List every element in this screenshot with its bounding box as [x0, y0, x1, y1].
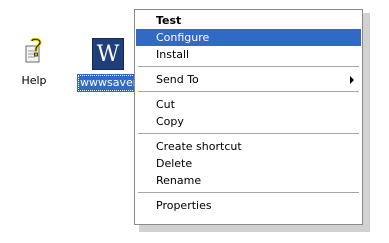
- menu-item-configure[interactable]: Configure: [136, 29, 361, 46]
- menu-item-copy[interactable]: Copy: [136, 113, 361, 130]
- menu-item-install[interactable]: Install: [136, 46, 361, 63]
- help-icon-label: Help: [21, 74, 47, 87]
- menu-item-send-to[interactable]: Send To: [136, 71, 361, 88]
- menu-item-cut[interactable]: Cut: [136, 96, 361, 113]
- menu-separator: [138, 133, 359, 134]
- menu-item-test[interactable]: Test: [136, 12, 361, 29]
- submenu-arrow-icon: [350, 76, 354, 84]
- menu-item-rename[interactable]: Rename: [136, 172, 361, 189]
- wwwsaver-icon: W: [92, 38, 124, 70]
- help-desktop-icon[interactable]: Help: [14, 37, 54, 87]
- context-menu: Test Configure Install Send To Cut Copy …: [134, 9, 363, 225]
- menu-separator: [138, 66, 359, 67]
- menu-separator: [138, 91, 359, 92]
- menu-item-delete[interactable]: Delete: [136, 155, 361, 172]
- wwwsaver-desktop-icon[interactable]: W wwwsaver: [76, 38, 141, 92]
- menu-item-create-shortcut[interactable]: Create shortcut: [136, 138, 361, 155]
- menu-item-properties[interactable]: Properties: [136, 197, 361, 214]
- help-icon: [23, 37, 45, 68]
- wwwsaver-icon-label: wwwsaver: [76, 74, 141, 92]
- menu-item-send-to-label: Send To: [156, 73, 199, 86]
- menu-separator: [138, 192, 359, 193]
